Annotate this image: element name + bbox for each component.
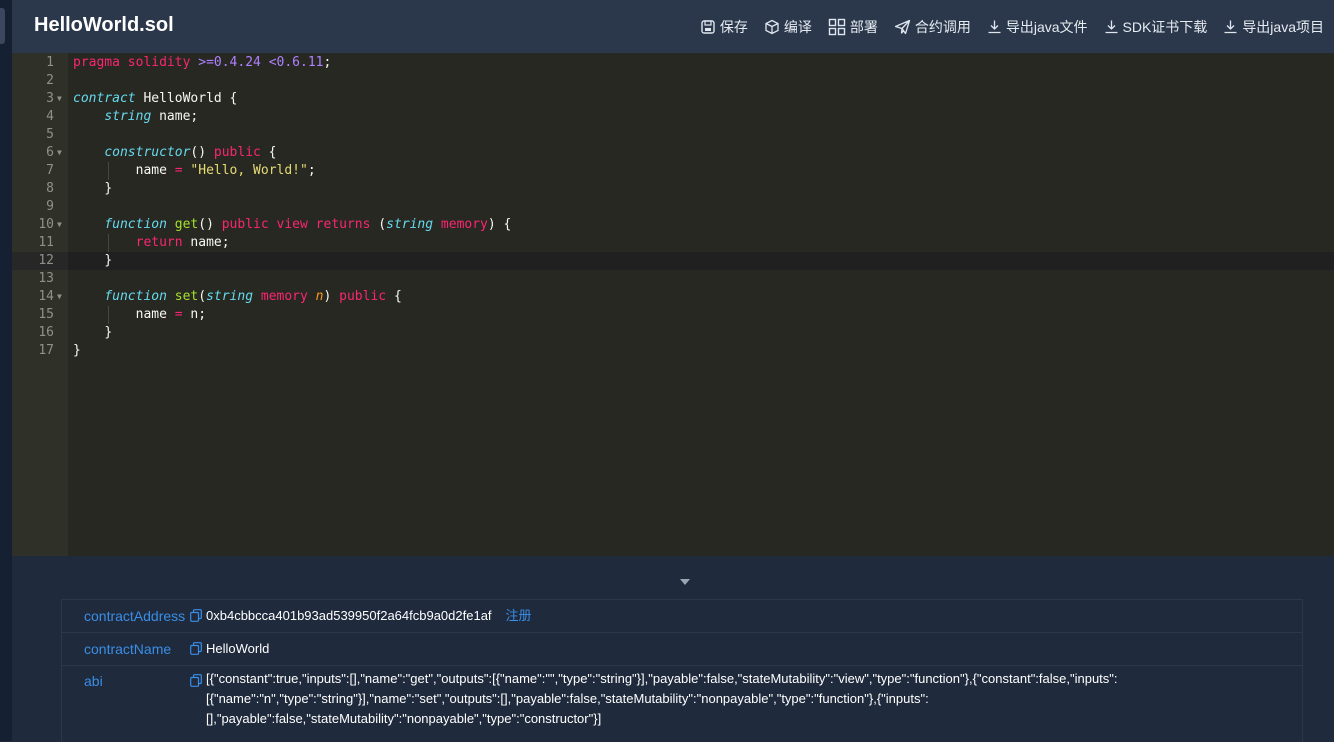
contract-address-label: contractAddress bbox=[84, 608, 186, 624]
code-line: 4 string name; bbox=[12, 108, 1334, 126]
toolbar: 保存 编译 部署 合约调用 导出java文件 SDK证书下载 导出java项目 bbox=[700, 0, 1334, 53]
abi-line: [{"name":"n","type":"string"}],"name":"s… bbox=[206, 691, 929, 706]
copy-icon[interactable] bbox=[190, 674, 202, 692]
line-number: 14 bbox=[38, 289, 54, 304]
invoke-contract-label: 合约调用 bbox=[914, 18, 971, 35]
header-bar: HelloWorld.sol 保存 编译 部署 合约调用 导出java文件 SD… bbox=[12, 0, 1334, 53]
line-number: 5 bbox=[46, 127, 54, 142]
sidebar-collapse-handle[interactable] bbox=[0, 8, 5, 44]
copy-icon[interactable] bbox=[190, 642, 202, 660]
download-icon bbox=[988, 20, 1001, 34]
contract-info-table: contractAddress 0xb4cbbcca401b93ad539950… bbox=[61, 599, 1303, 742]
code-line: 11 return name; bbox=[12, 234, 1334, 252]
line-number: 9 bbox=[46, 199, 54, 214]
contract-address-row: contractAddress 0xb4cbbcca401b93ad539950… bbox=[62, 600, 1302, 633]
export-java-file-button[interactable]: 导出java文件 bbox=[987, 17, 1088, 37]
abi-line: [{"constant":true,"inputs":[],"name":"ge… bbox=[206, 671, 1118, 686]
cube-icon bbox=[765, 19, 779, 34]
deploy-button[interactable]: 部署 bbox=[828, 17, 878, 37]
code-line: 9 bbox=[12, 198, 1334, 216]
line-number: 4 bbox=[46, 109, 54, 124]
code-lines: 1 pragma solidity >=0.4.24 <0.6.11; 2 3 ▼ c… bbox=[12, 54, 1334, 360]
line-number: 8 bbox=[46, 181, 54, 196]
fold-arrow-icon[interactable]: ▼ bbox=[57, 216, 62, 234]
line-number: 10 bbox=[38, 217, 54, 232]
line-number: 12 bbox=[38, 253, 54, 268]
line-number: 7 bbox=[46, 163, 54, 178]
compile-button[interactable]: 编译 bbox=[764, 17, 812, 37]
code-line: 2 bbox=[12, 72, 1334, 90]
file-title: HelloWorld.sol bbox=[34, 14, 174, 36]
deploy-label: 部署 bbox=[849, 18, 878, 35]
line-number: 17 bbox=[38, 343, 54, 358]
line-number: 3 bbox=[46, 91, 54, 106]
compile-label: 编译 bbox=[783, 18, 812, 35]
code-editor[interactable]: 1 pragma solidity >=0.4.24 <0.6.11; 2 3 ▼ c… bbox=[12, 53, 1334, 556]
invoke-contract-button[interactable]: 合约调用 bbox=[894, 17, 971, 37]
line-number: 2 bbox=[46, 73, 54, 88]
send-icon bbox=[894, 19, 910, 34]
save-button[interactable]: 保存 bbox=[700, 17, 748, 37]
register-link[interactable]: 注册 bbox=[506, 608, 532, 623]
code-line: 14 ▼ function set(string memory n) public… bbox=[12, 288, 1334, 306]
grid-icon bbox=[828, 18, 846, 35]
save-icon bbox=[701, 19, 715, 34]
code-line: 13 bbox=[12, 270, 1334, 288]
code-line: 5 bbox=[12, 126, 1334, 144]
code-line: 6 ▼ constructor() public { bbox=[12, 144, 1334, 162]
result-panel: contractAddress 0xb4cbbcca401b93ad539950… bbox=[12, 556, 1334, 742]
left-sidebar-strip bbox=[0, 0, 12, 741]
contract-address-value: 0xb4cbbcca401b93ad539950f2a64fcb9a0d2fe1… bbox=[206, 608, 532, 623]
sdk-cert-download-button[interactable]: SDK证书下载 bbox=[1104, 17, 1208, 37]
code-line: 7 name = "Hello, World!"; bbox=[12, 162, 1334, 180]
abi-row: abi [{"constant":true,"inputs":[],"name"… bbox=[62, 666, 1302, 742]
export-java-file-label: 导出java文件 bbox=[1005, 18, 1088, 35]
code-line: 10 ▼ function get() public view returns (… bbox=[12, 216, 1334, 234]
fold-arrow-icon[interactable]: ▼ bbox=[57, 90, 62, 108]
contract-name-label: contractName bbox=[84, 641, 172, 657]
code-line: 16 } bbox=[12, 324, 1334, 342]
line-number: 6 bbox=[46, 145, 54, 160]
contract-name-value: HelloWorld bbox=[206, 641, 270, 656]
code-line: 3 ▼ contract HelloWorld { bbox=[12, 90, 1334, 108]
abi-value: [{"constant":true,"inputs":[],"name":"ge… bbox=[206, 669, 1286, 729]
abi-label: abi bbox=[84, 673, 103, 689]
abi-line: [],"payable":false,"stateMutability":"no… bbox=[206, 711, 602, 726]
copy-icon[interactable] bbox=[190, 609, 202, 627]
fold-arrow-icon[interactable]: ▼ bbox=[57, 288, 62, 306]
line-number: 11 bbox=[38, 235, 54, 250]
export-java-project-button[interactable]: 导出java项目 bbox=[1223, 17, 1324, 37]
export-java-project-label: 导出java项目 bbox=[1242, 18, 1324, 35]
download-icon bbox=[1105, 20, 1118, 34]
code-line: 1 pragma solidity >=0.4.24 <0.6.11; bbox=[12, 54, 1334, 72]
chevron-down-icon[interactable] bbox=[680, 579, 690, 585]
line-number: 16 bbox=[38, 325, 54, 340]
code-line: 12 } bbox=[12, 252, 1334, 270]
fold-arrow-icon[interactable]: ▼ bbox=[57, 144, 62, 162]
line-number: 1 bbox=[46, 55, 54, 70]
code-line: 15 name = n; bbox=[12, 306, 1334, 324]
save-label: 保存 bbox=[719, 18, 748, 35]
download-icon bbox=[1224, 20, 1237, 34]
sdk-cert-download-label: SDK证书下载 bbox=[1122, 18, 1208, 35]
line-number: 15 bbox=[38, 307, 54, 322]
code-line: 17} bbox=[12, 342, 1334, 360]
code-line: 8 } bbox=[12, 180, 1334, 198]
contract-name-row: contractName HelloWorld bbox=[62, 633, 1302, 666]
line-number: 13 bbox=[38, 271, 54, 286]
